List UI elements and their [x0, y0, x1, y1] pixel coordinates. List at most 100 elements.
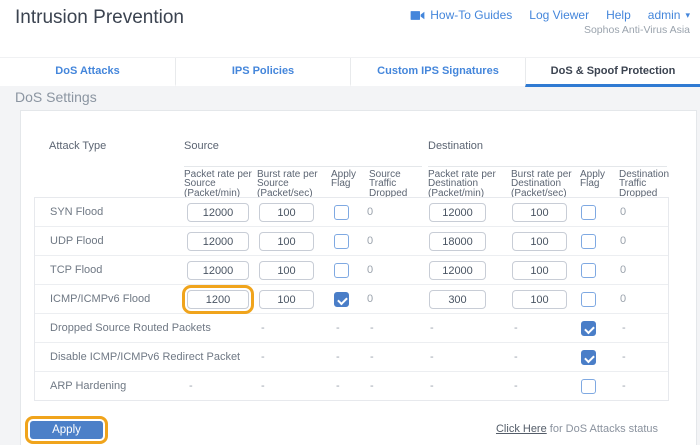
src-packet-rate-dash: - — [189, 343, 193, 372]
dst-apply-flag-checkbox[interactable] — [581, 205, 596, 220]
dst-burst-rate-dash: - — [514, 372, 518, 401]
dst-packet-rate-input[interactable] — [429, 290, 486, 309]
table-row-icmp-flood: ICMP/ICMPv6 Flood 0 0 — [35, 285, 668, 314]
dst-apply-flag-checkbox[interactable] — [581, 379, 596, 394]
dos-attacks-status-suffix: for DoS Attacks status — [547, 423, 658, 435]
src-packet-rate-input[interactable] — [187, 232, 249, 251]
admin-menu[interactable]: admin ▾ — [648, 8, 690, 22]
org-name: Sophos Anti-Virus Asia — [584, 24, 690, 36]
subheader-dst-packet-rate: Packet rate per Destination (Packet/min) — [428, 170, 506, 198]
dst-apply-flag-checkbox[interactable] — [581, 234, 596, 249]
column-group-destination: Destination — [428, 140, 483, 152]
tab-custom-ips-signatures[interactable]: Custom IPS Signatures — [350, 58, 525, 87]
src-packet-rate-input[interactable] — [187, 261, 249, 280]
dst-apply-flag-checkbox[interactable] — [581, 292, 596, 307]
src-traffic-dropped-dash: - — [370, 314, 374, 343]
subheader-dst-burst-rate: Burst rate per Destination (Packet/sec) — [511, 170, 579, 198]
dst-burst-rate-input[interactable] — [512, 203, 567, 222]
dst-packet-rate-dash: - — [430, 372, 434, 401]
dos-attacks-status-link[interactable]: Click Here — [496, 423, 547, 435]
attack-type-label: Dropped Source Routed Packets — [50, 314, 211, 342]
table-row-syn-flood: SYN Flood 0 0 — [35, 198, 668, 227]
dst-traffic-dropped-dash: - — [622, 314, 626, 343]
dst-packet-rate-input[interactable] — [429, 232, 486, 251]
table-row-tcp-flood: TCP Flood 0 0 — [35, 256, 668, 285]
attack-type-label: ICMP/ICMPv6 Flood — [50, 285, 150, 313]
dst-traffic-dropped-value: 0 — [620, 256, 626, 285]
dst-burst-rate-input[interactable] — [512, 232, 567, 251]
table-row-disable-icmp-redirect: Disable ICMP/ICMPv6 Redirect Packet - - … — [35, 343, 668, 372]
table-row-dropped-source-routed: Dropped Source Routed Packets - - - - - … — [35, 314, 668, 343]
dst-burst-rate-input[interactable] — [512, 261, 567, 280]
tab-ips-policies[interactable]: IPS Policies — [175, 58, 350, 87]
how-to-guides-label: How-To Guides — [430, 8, 512, 22]
how-to-guides-link[interactable]: How-To Guides — [410, 8, 512, 22]
tab-dos-spoof-protection[interactable]: DoS & Spoof Protection — [525, 58, 700, 87]
src-apply-flag-checkbox[interactable] — [334, 234, 349, 249]
dst-apply-flag-checkbox[interactable] — [581, 263, 596, 278]
src-apply-flag-dash: - — [336, 372, 340, 401]
dos-attacks-status-line: Click Here for DoS Attacks status — [496, 423, 658, 435]
attack-type-label: Disable ICMP/ICMPv6 Redirect Packet — [50, 343, 240, 371]
apply-button[interactable]: Apply — [30, 421, 103, 439]
dst-traffic-dropped-value: 0 — [620, 285, 626, 314]
src-packet-rate-dash: - — [189, 314, 193, 343]
column-header-attack-type: Attack Type — [49, 140, 106, 152]
src-burst-rate-input[interactable] — [259, 203, 314, 222]
dst-packet-rate-dash: - — [430, 343, 434, 372]
subheader-src-packet-rate: Packet rate per Source (Packet/min) — [184, 170, 256, 198]
src-apply-flag-checkbox-highlighted[interactable] — [334, 292, 349, 307]
dst-burst-rate-dash: - — [514, 343, 518, 372]
src-burst-rate-input[interactable] — [259, 261, 314, 280]
dst-apply-flag-checkbox[interactable] — [581, 321, 596, 336]
chevron-down-icon: ▾ — [685, 10, 690, 21]
tab-bar: DoS Attacks IPS Policies Custom IPS Sign… — [0, 57, 700, 86]
src-traffic-dropped-value: 0 — [367, 256, 373, 285]
src-apply-flag-checkbox[interactable] — [334, 263, 349, 278]
attack-type-label: UDP Flood — [50, 227, 104, 255]
attack-type-label: TCP Flood — [50, 256, 102, 284]
admin-label: admin — [648, 8, 681, 22]
src-apply-flag-checkbox[interactable] — [334, 205, 349, 220]
src-traffic-dropped-dash: - — [370, 343, 374, 372]
src-burst-rate-dash: - — [261, 314, 265, 343]
tab-dos-attacks[interactable]: DoS Attacks — [0, 58, 175, 87]
dst-traffic-dropped-dash: - — [622, 343, 626, 372]
intrusion-prevention-page: Intrusion Prevention How-To Guides Log V… — [0, 0, 700, 445]
dst-traffic-dropped-value: 0 — [620, 198, 626, 227]
dos-settings-panel: Attack Type Source Destination Packet ra… — [20, 110, 697, 445]
section-title: DoS Settings — [15, 89, 97, 105]
source-group-divider — [184, 166, 422, 167]
column-group-source: Source — [184, 140, 219, 152]
src-apply-flag-dash: - — [336, 343, 340, 372]
top-bar: Intrusion Prevention How-To Guides Log V… — [0, 0, 700, 57]
subheader-src-burst-rate: Burst rate per Source (Packet/sec) — [257, 170, 329, 198]
src-burst-rate-dash: - — [261, 372, 265, 401]
src-traffic-dropped-dash: - — [370, 372, 374, 401]
dos-settings-table: SYN Flood 0 0 UDP Flood 0 0 — [34, 197, 669, 401]
src-burst-rate-input[interactable] — [259, 232, 314, 251]
src-packet-rate-dash: - — [189, 372, 193, 401]
dst-packet-rate-input[interactable] — [429, 203, 486, 222]
attack-type-label: SYN Flood — [50, 198, 103, 226]
help-link[interactable]: Help — [606, 8, 631, 22]
table-row-arp-hardening: ARP Hardening - - - - - - - — [35, 372, 668, 401]
dst-packet-rate-input[interactable] — [429, 261, 486, 280]
dst-burst-rate-dash: - — [514, 314, 518, 343]
src-packet-rate-input-highlighted[interactable] — [187, 290, 249, 309]
dst-burst-rate-input[interactable] — [512, 290, 567, 309]
src-packet-rate-input[interactable] — [187, 203, 249, 222]
dst-traffic-dropped-dash: - — [622, 372, 626, 401]
subheader-src-traffic-dropped: Source Traffic Dropped — [369, 170, 425, 198]
top-nav: How-To Guides Log Viewer Help admin ▾ — [410, 8, 690, 22]
subheader-dst-apply-flag: Apply Flag — [580, 170, 616, 189]
log-viewer-link[interactable]: Log Viewer — [529, 8, 589, 22]
destination-group-divider — [428, 166, 667, 167]
src-burst-rate-input[interactable] — [259, 290, 314, 309]
src-traffic-dropped-value: 0 — [367, 198, 373, 227]
subheader-src-apply-flag: Apply Flag — [331, 170, 365, 189]
page-title: Intrusion Prevention — [15, 7, 184, 29]
dst-apply-flag-checkbox[interactable] — [581, 350, 596, 365]
dst-traffic-dropped-value: 0 — [620, 227, 626, 256]
video-camera-icon — [410, 10, 425, 21]
